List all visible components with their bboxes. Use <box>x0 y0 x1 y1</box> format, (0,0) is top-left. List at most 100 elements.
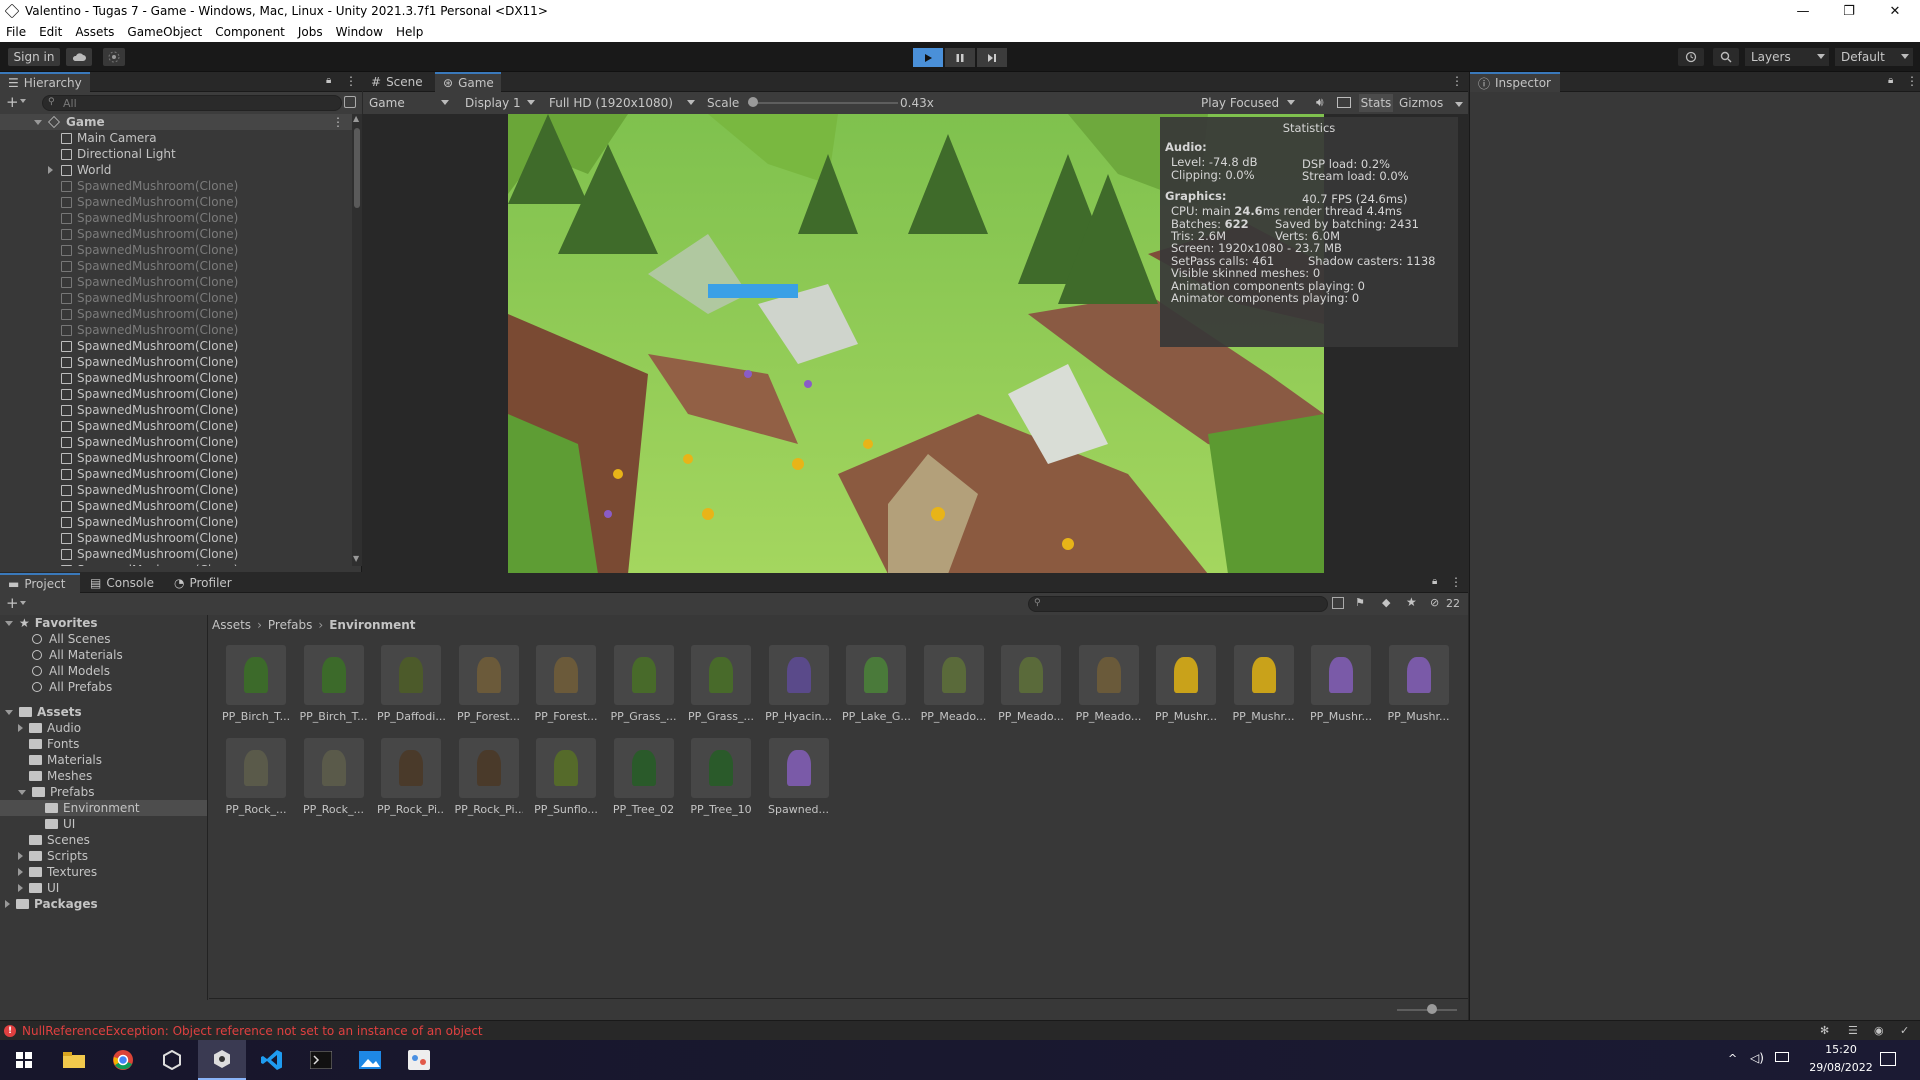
gizmos-button[interactable]: Gizmos <box>1399 96 1443 110</box>
tag-icon[interactable]: ◆ <box>1382 596 1390 609</box>
hidden-items-icon[interactable]: ⊘ <box>1430 596 1439 609</box>
file-explorer-icon[interactable] <box>50 1040 98 1080</box>
asset-item[interactable]: PP_Mushr... <box>1307 645 1375 727</box>
expand-arrow-icon[interactable] <box>18 884 23 892</box>
favorite-item[interactable]: All Materials <box>32 647 123 663</box>
windows-start-icon[interactable] <box>0 1040 48 1080</box>
folder-item[interactable]: Meshes <box>29 768 92 784</box>
hierarchy-item[interactable]: SpawnedMushroom(Clone) <box>0 338 352 354</box>
step-button[interactable] <box>977 48 1007 67</box>
icon-size-slider-handle[interactable] <box>1427 1004 1437 1014</box>
menu-help[interactable]: Help <box>396 25 423 39</box>
scroll-up-icon[interactable]: ▲ <box>353 114 359 123</box>
folder-item[interactable]: Textures <box>18 864 97 880</box>
asset-item[interactable]: PP_Meado... <box>920 645 988 727</box>
asset-item[interactable]: PP_Forest... <box>455 645 523 727</box>
menu-assets[interactable]: Assets <box>75 25 114 39</box>
assets-header[interactable]: Assets <box>5 704 82 720</box>
search-by-type-icon[interactable] <box>1332 597 1344 609</box>
scene-visibility-icon[interactable] <box>344 96 356 108</box>
tab-scene[interactable]: # Scene <box>363 72 435 92</box>
expand-arrow-icon[interactable] <box>5 709 13 715</box>
asset-item[interactable]: PP_Forest... <box>532 645 600 727</box>
sign-in-button[interactable]: Sign in <box>8 48 60 66</box>
stats-layout-icon[interactable] <box>1337 97 1351 108</box>
volume-icon[interactable]: ◁) <box>1750 1051 1764 1065</box>
play-mode-dropdown[interactable]: Play Focused <box>1195 94 1299 112</box>
breadcrumb-item[interactable]: Prefabs <box>268 618 313 632</box>
layers-dropdown[interactable]: Layers <box>1745 48 1829 66</box>
star-icon[interactable]: ★ <box>1406 595 1417 609</box>
display-dropdown[interactable]: Display 1 <box>459 94 539 112</box>
scroll-down-icon[interactable]: ▼ <box>353 554 359 563</box>
kebab-menu-icon[interactable]: ⋮ <box>345 74 357 88</box>
hierarchy-item[interactable]: SpawnedMushroom(Clone) <box>0 258 352 274</box>
network-icon[interactable] <box>1775 1052 1789 1062</box>
asset-item[interactable]: PP_Grass_... <box>610 645 678 727</box>
hierarchy-item[interactable]: SpawnedMushroom(Clone) <box>0 434 352 450</box>
expand-arrow-icon[interactable] <box>5 620 13 626</box>
vscode-icon[interactable] <box>248 1040 296 1080</box>
hierarchy-item[interactable]: SpawnedMushroom(Clone) <box>0 242 352 258</box>
breadcrumb-item[interactable]: Assets <box>212 618 251 632</box>
hierarchy-item[interactable]: SpawnedMushroom(Clone) <box>0 226 352 242</box>
scale-slider[interactable] <box>747 97 898 107</box>
chevron-up-icon[interactable]: ^ <box>1728 1052 1737 1065</box>
expand-arrow-icon[interactable] <box>18 724 23 732</box>
packages-header[interactable]: Packages <box>5 896 98 912</box>
folder-item[interactable]: Audio <box>18 720 81 736</box>
chrome-icon[interactable] <box>99 1040 147 1080</box>
display-mode-dropdown[interactable]: Game <box>363 94 453 112</box>
chevron-down-icon[interactable] <box>20 99 26 103</box>
search-by-label-icon[interactable]: ⚑ <box>1355 596 1365 609</box>
folder-item[interactable]: Scripts <box>18 848 88 864</box>
folder-item[interactable]: Materials <box>29 752 102 768</box>
asset-item[interactable]: PP_Hyacin... <box>765 645 833 727</box>
minimize-button[interactable]: — <box>1780 0 1826 22</box>
expand-arrow-icon[interactable] <box>5 900 10 908</box>
kebab-menu-icon[interactable]: ⋮ <box>1451 74 1463 88</box>
check-icon[interactable]: ✓ <box>1900 1024 1909 1037</box>
favorites-header[interactable]: ★ Favorites <box>5 615 97 631</box>
hierarchy-scrollbar[interactable]: ▲ ▼ <box>352 114 362 566</box>
asset-item[interactable]: Spawned... <box>765 738 833 820</box>
kebab-menu-icon[interactable]: ⋮ <box>332 115 344 129</box>
unity-hub-icon[interactable] <box>148 1040 196 1080</box>
chevron-down-icon[interactable] <box>1455 102 1463 107</box>
menu-jobs[interactable]: Jobs <box>298 25 323 39</box>
collab-icon[interactable] <box>103 48 125 66</box>
lock-icon[interactable]: 🔒︎ <box>326 75 331 86</box>
tab-project[interactable]: ▬ Project <box>0 573 80 593</box>
hierarchy-item[interactable]: SpawnedMushroom(Clone) <box>0 354 352 370</box>
asset-item[interactable]: PP_Tree_10 <box>687 738 755 820</box>
hierarchy-item[interactable]: SpawnedMushroom(Clone) <box>0 370 352 386</box>
close-button[interactable]: ✕ <box>1872 0 1918 22</box>
asset-item[interactable]: PP_Meado... <box>997 645 1065 727</box>
asset-item[interactable]: PP_Mushr... <box>1152 645 1220 727</box>
paint-icon[interactable] <box>395 1040 443 1080</box>
hierarchy-item[interactable]: SpawnedMushroom(Clone) <box>0 386 352 402</box>
project-search-input[interactable]: ⚲ <box>1028 596 1328 612</box>
tab-hierarchy[interactable]: ☰ Hierarchy <box>0 72 90 92</box>
cloud-icon[interactable] <box>66 48 92 66</box>
expand-arrow-icon[interactable] <box>18 852 23 860</box>
chevron-down-icon[interactable] <box>20 601 26 605</box>
hierarchy-search-input[interactable]: ⚲ All <box>42 95 342 111</box>
lock-icon[interactable]: 🔒︎ <box>1432 576 1437 587</box>
search-icon[interactable] <box>1713 48 1739 66</box>
asset-item[interactable]: PP_Rock_... <box>222 738 290 820</box>
hierarchy-item[interactable]: SpawnedMushroom(Clone) <box>0 194 352 210</box>
folder-item[interactable]: UI <box>18 880 59 896</box>
hierarchy-item[interactable]: SpawnedMushroom(Clone) <box>0 450 352 466</box>
asset-item[interactable]: PP_Birch_T... <box>300 645 368 727</box>
hierarchy-item[interactable]: SpawnedMushroom(Clone) <box>0 418 352 434</box>
expand-arrow-icon[interactable] <box>48 166 53 174</box>
folder-item[interactable]: Fonts <box>29 736 79 752</box>
menu-file[interactable]: File <box>6 25 26 39</box>
tab-console[interactable]: ▤ Console <box>82 573 162 593</box>
asset-item[interactable]: PP_Birch_T... <box>222 645 290 727</box>
tab-inspector[interactable]: ⓘ Inspector <box>1470 72 1560 92</box>
asset-item[interactable]: PP_Tree_02 <box>610 738 678 820</box>
audio-icon[interactable]: 🔊︎ <box>1316 95 1324 110</box>
menu-gameobject[interactable]: GameObject <box>127 25 202 39</box>
